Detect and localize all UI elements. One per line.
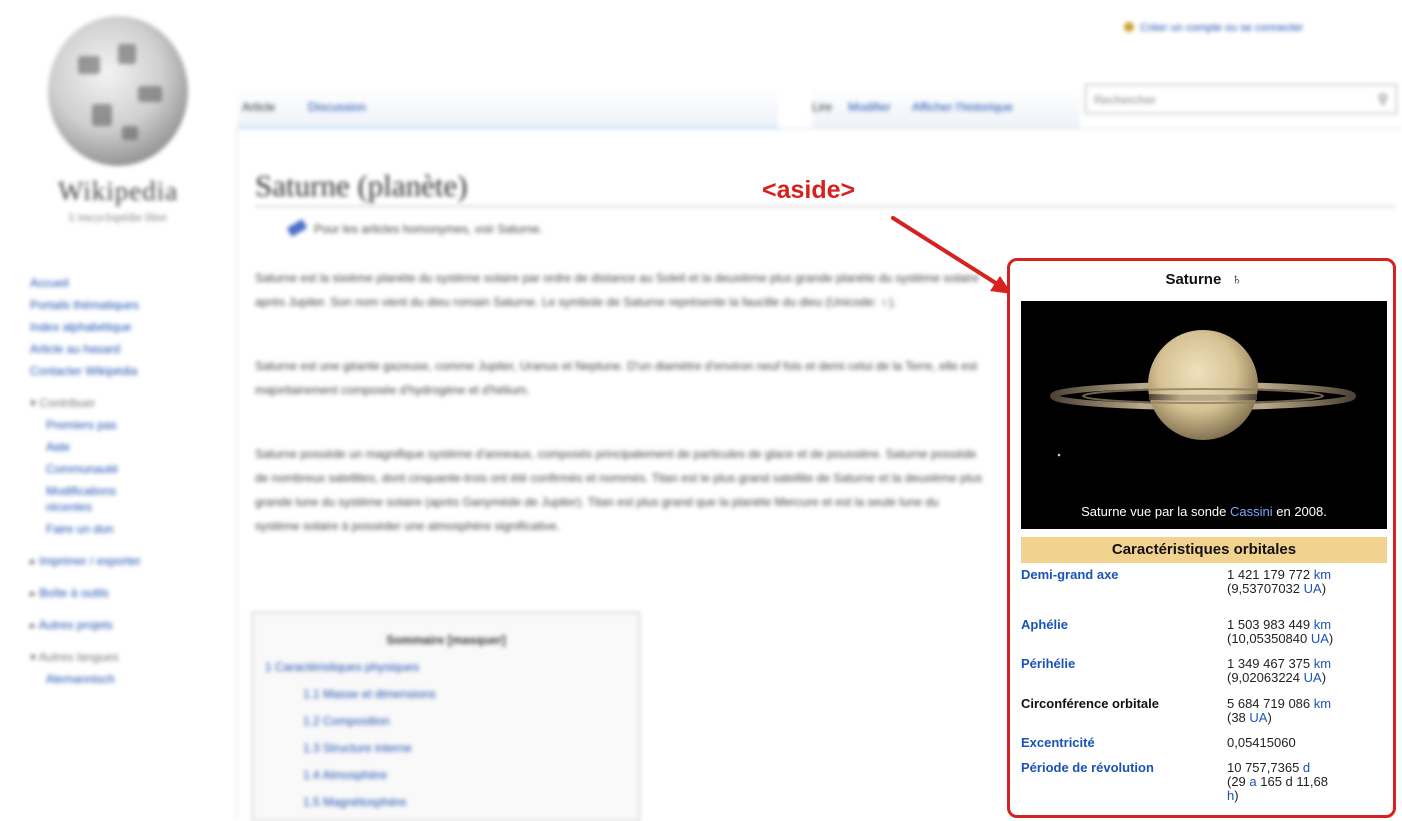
value-end: ) (1234, 788, 1239, 803)
row-label: Circonférence orbitale (1021, 696, 1159, 711)
value-number: (9,53707032 (1227, 581, 1304, 596)
caption-text: Saturne vue par la sonde (1081, 504, 1231, 519)
row-value: 5 684 719 086 km (38 UA) (1227, 697, 1387, 725)
row-value: 1 503 983 449 km (10,05350840 UA) (1227, 618, 1387, 646)
unit-link[interactable]: km (1314, 696, 1331, 711)
value-number: (29 (1227, 774, 1250, 789)
infobox: Saturne ♄ Saturne vue par la sonde Cassi… (1021, 267, 1387, 811)
unit-link[interactable]: km (1314, 656, 1331, 671)
unit-link[interactable]: d (1303, 760, 1310, 775)
value-number: 165 d 11,68 (1256, 774, 1328, 789)
orbital-characteristics-header: Caractéristiques orbitales (1021, 537, 1387, 563)
row-value: 1 421 179 772 km (9,53707032 UA) (1227, 568, 1387, 596)
unit-link[interactable]: a (1249, 774, 1256, 789)
infobox-row-aphelie: Aphélie 1 503 983 449 km (10,05350840 UA) (1021, 618, 1387, 657)
value-end: ) (1321, 670, 1327, 685)
value-number: 10 757,7365 (1227, 760, 1303, 775)
infobox-row-circonference: Circonférence orbitale 5 684 719 086 km (… (1021, 697, 1387, 736)
cassini-link[interactable]: Cassini (1230, 504, 1273, 519)
value-end: ) (1267, 710, 1272, 725)
row-label[interactable]: Période de révolution (1021, 761, 1154, 775)
row-label[interactable]: Excentricité (1021, 736, 1095, 750)
unit-link[interactable]: km (1314, 617, 1331, 632)
saturn-planet-illustration (1050, 330, 1356, 457)
value-number: 1 503 983 449 (1227, 617, 1314, 632)
image-caption: Saturne vue par la sonde Cassini en 2008… (1021, 504, 1387, 519)
row-value: 1 349 467 375 km (9,02063224 UA) (1227, 657, 1387, 685)
aside-highlight-frame: Saturne ♄ Saturne vue par la sonde Cassi… (1007, 258, 1396, 818)
row-label[interactable]: Périhélie (1021, 657, 1075, 671)
value-number: 0,05415060 (1227, 735, 1296, 750)
value-number: (38 (1227, 710, 1250, 725)
infobox-row-perihelie: Périhélie 1 349 467 375 km (9,02063224 UA… (1021, 657, 1387, 697)
value-number: (9,02063224 (1227, 670, 1304, 685)
unit-link[interactable]: UA (1249, 710, 1267, 725)
infobox-title: Saturne ♄ (1021, 267, 1387, 293)
infobox-row-periode-revolution: Période de révolution 10 757,7365 d (29 a… (1021, 761, 1387, 811)
row-value: 10 757,7365 d (29 a 165 d 11,68 h) (1227, 761, 1387, 803)
unit-link[interactable]: km (1314, 567, 1331, 582)
unit-link[interactable]: UA (1304, 581, 1322, 596)
unit-link[interactable]: UA (1304, 670, 1322, 685)
saturn-symbol-icon: ♄ (1231, 271, 1243, 288)
infobox-title-text: Saturne (1165, 271, 1222, 288)
value-number: 1 349 467 375 (1227, 656, 1314, 671)
value-end: ) (1328, 631, 1334, 646)
caption-end: en 2008. (1272, 504, 1327, 519)
row-label[interactable]: Aphélie (1021, 618, 1068, 632)
infobox-row-demi-grand-axe: Demi-grand axe 1 421 179 772 km (9,537070… (1021, 568, 1387, 618)
row-value: 0,05415060 (1227, 736, 1387, 750)
value-number: 5 684 719 086 (1227, 696, 1314, 711)
value-end: ) (1321, 581, 1327, 596)
infobox-row-excentricite: Excentricité 0,05415060 (1021, 736, 1387, 761)
saturn-image[interactable]: Saturne vue par la sonde Cassini en 2008… (1021, 301, 1387, 529)
value-number: 1 421 179 772 (1227, 567, 1314, 582)
row-label[interactable]: Demi-grand axe (1021, 568, 1119, 582)
unit-link[interactable]: UA (1311, 631, 1329, 646)
value-number: (10,05350840 (1227, 631, 1311, 646)
